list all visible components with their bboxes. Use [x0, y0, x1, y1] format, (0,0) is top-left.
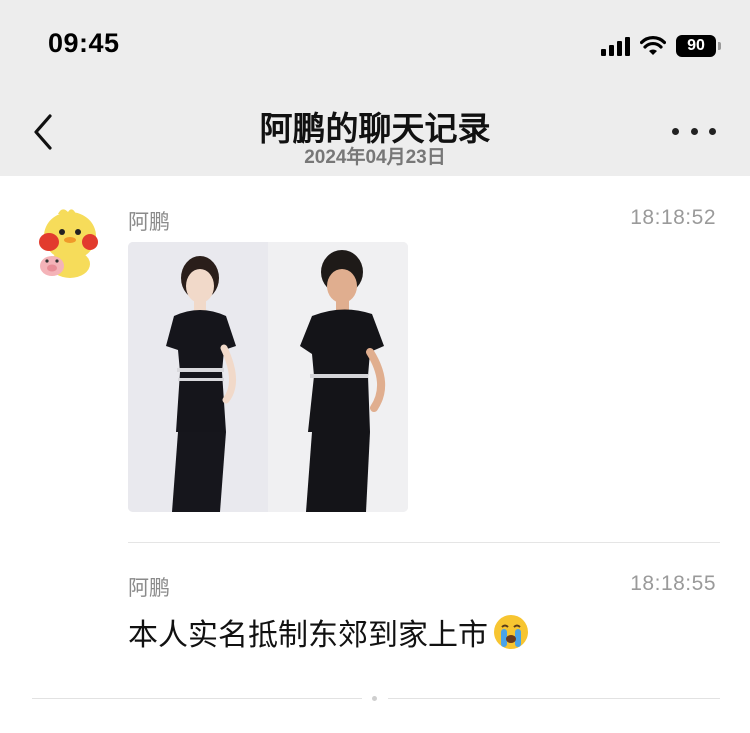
sender-name: 阿鹏 [128, 577, 170, 600]
message-text: 本人实名抵制东郊到家上市 [128, 610, 530, 654]
message-time: 18:18:55 [630, 572, 716, 595]
avatar[interactable] [32, 206, 106, 280]
battery-level: 90 [687, 37, 705, 54]
status-icons: 90 [601, 32, 721, 60]
duck-avatar-icon [39, 209, 98, 278]
page-indicator-dot [372, 696, 377, 701]
bottom-divider-left [32, 698, 362, 699]
message-time: 18:18:52 [630, 206, 716, 229]
battery-icon: 90 [676, 35, 721, 57]
signal-icon [601, 36, 630, 56]
crying-face-emoji [494, 615, 528, 649]
more-dots-icon[interactable] [672, 124, 716, 138]
wifi-icon [640, 36, 666, 55]
chat-date: 2024年04月23日 [304, 147, 446, 168]
bottom-divider-right [388, 698, 720, 699]
two-women-in-black-uniforms-photo[interactable] [128, 242, 408, 512]
sender-name: 阿鹏 [128, 211, 170, 234]
message-text-content: 本人实名抵制东郊到家上市 [128, 619, 488, 652]
status-time: 09:45 [48, 28, 120, 58]
message-divider [128, 542, 720, 543]
